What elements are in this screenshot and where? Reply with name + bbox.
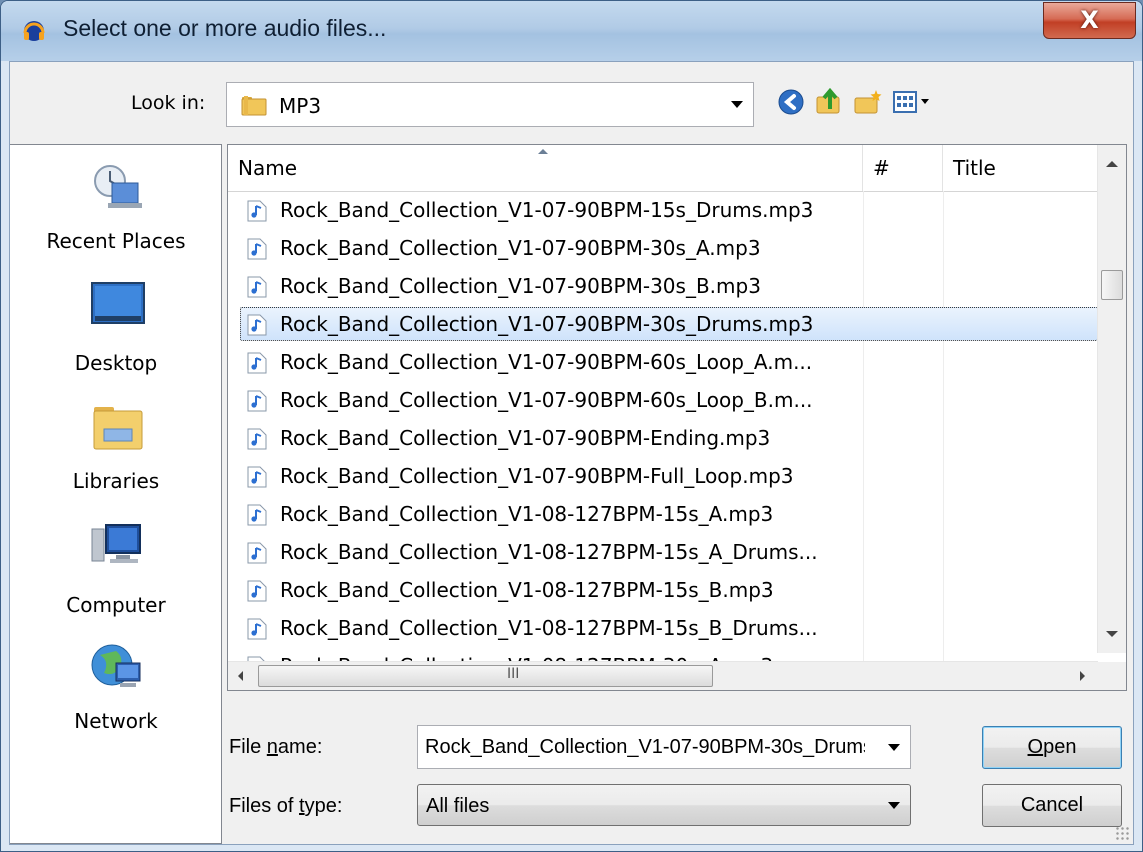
column-header-number[interactable]: # (863, 145, 943, 191)
file-name-label: File name: (229, 736, 323, 758)
file-row[interactable]: Rock_Band_Collection_V1-07-90BPM-60s_Loo… (228, 381, 1098, 419)
folder-icon (241, 96, 267, 116)
close-button[interactable]: X (1043, 2, 1136, 39)
recent-places-icon (94, 165, 142, 208)
vertical-scroll-thumb[interactable] (1101, 270, 1123, 300)
file-name: Rock_Band_Collection_V1-07-90BPM-30s_Dru… (280, 312, 814, 336)
place-label: Desktop (74, 351, 158, 375)
look-in-dropdown[interactable]: MP3 (226, 82, 754, 127)
up-folder-icon[interactable] (814, 87, 844, 117)
file-row[interactable]: Rock_Band_Collection_V1-07-90BPM-Full_Lo… (228, 457, 1098, 495)
file-list[interactable]: Name # Title Rock_Band_Collection_V1-07-… (227, 144, 1127, 691)
horizontal-scrollbar[interactable]: III (228, 661, 1098, 690)
view-menu-icon[interactable] (892, 87, 934, 117)
computer-icon (91, 524, 141, 563)
file-type-label: Files of type: (229, 795, 343, 817)
open-button[interactable]: Open (982, 726, 1122, 769)
file-name: Rock_Band_Collection_V1-07-90BPM-60s_Loo… (280, 350, 813, 374)
file-name: Rock_Band_Collection_V1-07-90BPM-15s_Dru… (280, 198, 814, 222)
file-name: Rock_Band_Collection_V1-07-90BPM-Full_Lo… (280, 464, 794, 488)
file-type-value: All files (426, 795, 490, 817)
file-name: Rock_Band_Collection_V1-07-90BPM-30s_A.m… (280, 236, 761, 260)
column-header-name[interactable]: Name (228, 145, 863, 191)
audio-file-icon (247, 542, 267, 564)
file-row[interactable]: Rock_Band_Collection_V1-07-90BPM-30s_B.m… (228, 267, 1098, 305)
audio-file-icon (247, 352, 267, 374)
file-row[interactable]: Rock_Band_Collection_V1-08-127BPM-15s_A.… (228, 495, 1098, 533)
audio-file-icon (247, 200, 267, 222)
place-computer[interactable]: Computer (10, 517, 222, 627)
audio-file-icon (247, 428, 267, 450)
file-name-input[interactable]: Rock_Band_Collection_V1-07-90BPM-30s_Dru… (417, 725, 911, 769)
audio-file-icon (247, 314, 267, 336)
audio-file-icon (247, 276, 267, 298)
place-libraries[interactable]: Libraries (10, 395, 222, 505)
file-name: Rock_Band_Collection_V1-07-90BPM-Ending.… (280, 426, 771, 450)
file-row[interactable]: Rock_Band_Collection_V1-08-127BPM-15s_A_… (228, 533, 1098, 571)
place-network[interactable]: Network (10, 635, 222, 745)
look-in-label: Look in: (131, 92, 206, 114)
sort-ascending-icon (538, 149, 548, 154)
audacity-headphones-icon (23, 21, 45, 41)
column-header-title[interactable]: Title (943, 145, 1098, 191)
look-in-value: MP3 (279, 94, 322, 118)
back-icon[interactable] (776, 87, 806, 117)
file-row[interactable]: Rock_Band_Collection_V1-07-90BPM-Ending.… (228, 419, 1098, 457)
place-label: Computer (66, 593, 166, 617)
file-name: Rock_Band_Collection_V1-07-90BPM-30s_B.m… (280, 274, 761, 298)
network-icon (91, 644, 141, 687)
audio-file-icon (247, 238, 267, 260)
resize-grip[interactable] (1115, 826, 1129, 840)
audio-file-icon (247, 618, 267, 640)
desktop-icon (91, 282, 145, 324)
places-bar: Recent Places Desktop Libraries Computer… (10, 144, 222, 844)
scrollbar-corner (1098, 662, 1126, 690)
place-label: Recent Places (46, 229, 186, 253)
file-name: Rock_Band_Collection_V1-08-127BPM-15s_A.… (280, 502, 774, 526)
file-row[interactable]: Rock_Band_Collection_V1-07-90BPM-60s_Loo… (228, 343, 1098, 381)
scroll-left-icon[interactable] (238, 671, 243, 681)
audio-file-icon (247, 390, 267, 412)
new-folder-icon[interactable] (853, 87, 883, 117)
close-icon: X (1080, 6, 1099, 34)
audio-file-icon (247, 466, 267, 488)
audio-file-icon (247, 580, 267, 602)
window-title: Select one or more audio files... (63, 15, 387, 41)
vertical-scrollbar[interactable] (1097, 145, 1126, 653)
file-type-select[interactable]: All files (417, 784, 911, 826)
column-header-row: Name # Title (228, 145, 1098, 192)
place-recent-places[interactable]: Recent Places (10, 155, 222, 265)
file-row[interactable]: Rock_Band_Collection_V1-08-127BPM-15s_B_… (228, 609, 1098, 647)
place-label: Network (74, 709, 158, 733)
place-label: Libraries (72, 469, 160, 493)
file-name-value: Rock_Band_Collection_V1-07-90BPM-30s_Dru… (425, 736, 865, 758)
file-name: Rock_Band_Collection_V1-07-90BPM-60s_Loo… (280, 388, 813, 412)
place-desktop[interactable]: Desktop (10, 275, 222, 385)
file-row[interactable]: Rock_Band_Collection_V1-08-127BPM-15s_B.… (228, 571, 1098, 609)
cancel-button[interactable]: Cancel (982, 784, 1122, 827)
scroll-right-icon[interactable] (1080, 671, 1085, 681)
scroll-down-icon[interactable] (1106, 631, 1118, 637)
file-row[interactable]: Rock_Band_Collection_V1-07-90BPM-15s_Dru… (228, 191, 1098, 229)
scroll-up-icon[interactable] (1106, 161, 1118, 167)
title-bar[interactable]: Select one or more audio files... X (1, 1, 1142, 61)
file-row[interactable]: Rock_Band_Collection_V1-07-90BPM-30s_A.m… (228, 229, 1098, 267)
file-name: Rock_Band_Collection_V1-08-127BPM-15s_B_… (280, 616, 818, 640)
file-row[interactable]: Rock_Band_Collection_V1-07-90BPM-30s_Dru… (228, 305, 1098, 343)
chevron-down-icon[interactable] (888, 744, 900, 751)
dialog-body: Look in: MP3 Recent Places Desktop Libra… (9, 61, 1134, 845)
horizontal-scroll-thumb[interactable]: III (258, 665, 713, 687)
libraries-icon (93, 407, 143, 450)
chevron-down-icon (888, 802, 900, 809)
open-file-dialog: Select one or more audio files... X Look… (0, 0, 1143, 852)
chevron-down-icon (731, 101, 743, 108)
file-name: Rock_Band_Collection_V1-08-127BPM-15s_B.… (280, 578, 774, 602)
file-name: Rock_Band_Collection_V1-08-127BPM-15s_A_… (280, 540, 818, 564)
scroll-grip: III (507, 666, 520, 682)
audio-file-icon (247, 504, 267, 526)
